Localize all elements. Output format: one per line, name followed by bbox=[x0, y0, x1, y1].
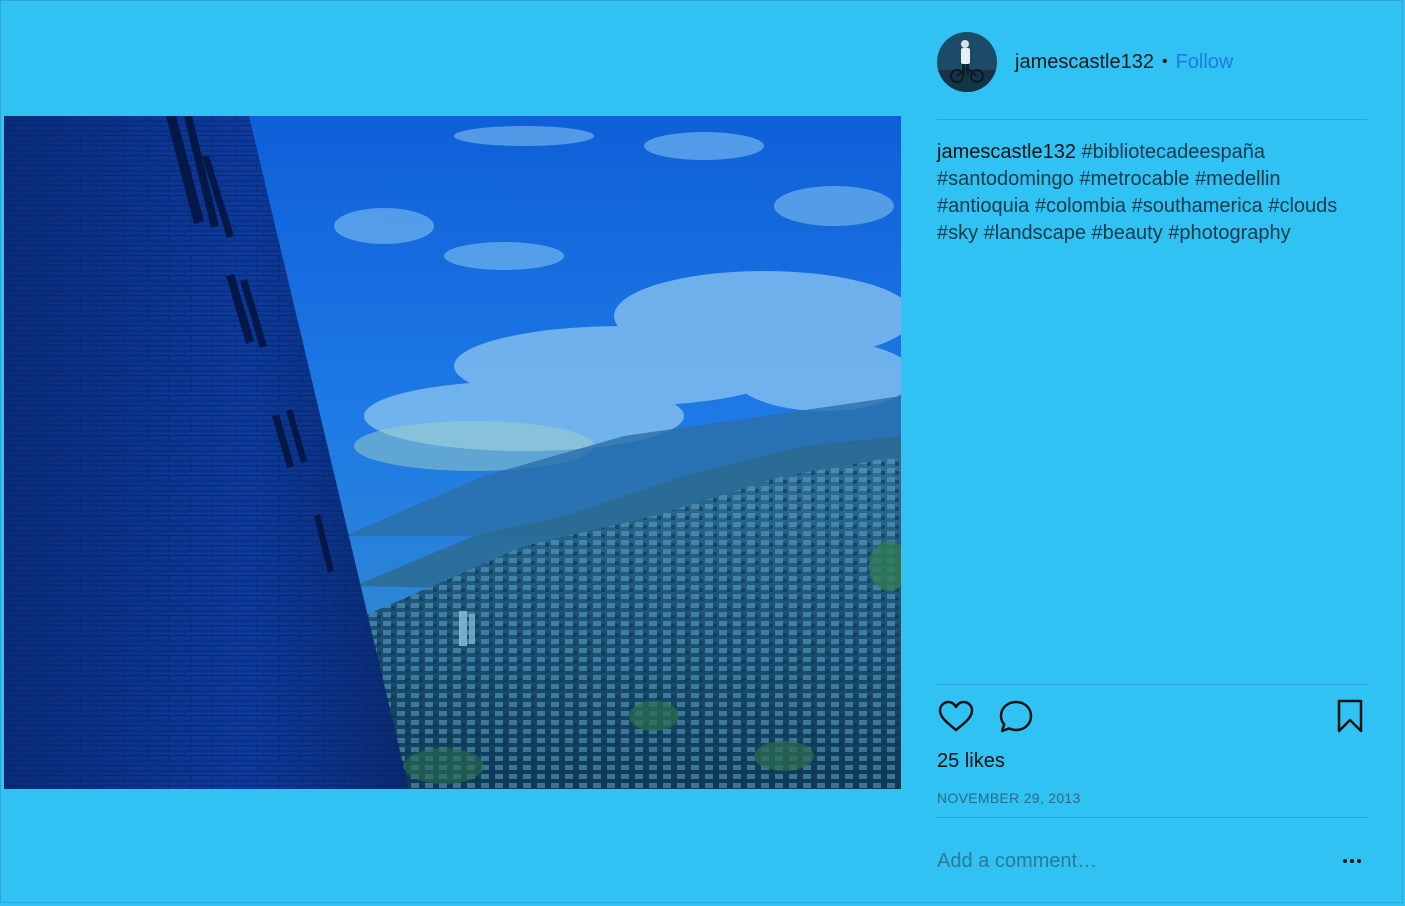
avatar[interactable] bbox=[937, 32, 997, 92]
post-date: NOVEMBER 29, 2013 bbox=[937, 790, 1081, 806]
header-separator: • bbox=[1161, 53, 1168, 70]
caption-hashtags[interactable]: #bibliotecadeespaña bbox=[1082, 141, 1266, 163]
caption-hashtags[interactable]: #sky #landscape #beauty #photography bbox=[937, 220, 1367, 247]
comment-bubble-icon[interactable] bbox=[997, 698, 1037, 738]
header-divider bbox=[937, 119, 1367, 120]
comment-input[interactable] bbox=[937, 844, 1327, 878]
post-sidebar: jamescastle132 • Follow jamescastle132 #… bbox=[937, 1, 1367, 906]
post-photo[interactable] bbox=[4, 116, 901, 789]
bookmark-icon[interactable] bbox=[1333, 698, 1373, 738]
post-modal: jamescastle132 • Follow jamescastle132 #… bbox=[0, 0, 1403, 903]
post-caption: jamescastle132 #bibliotecadeespaña #sant… bbox=[937, 139, 1367, 247]
actions-divider bbox=[937, 684, 1367, 685]
post-header: jamescastle132 • Follow bbox=[937, 31, 1367, 93]
caption-hashtags[interactable]: #santodomingo #metrocable #medellin bbox=[937, 166, 1367, 193]
more-options-icon[interactable] bbox=[1337, 851, 1367, 871]
heart-icon[interactable] bbox=[937, 698, 977, 738]
caption-line: jamescastle132 #bibliotecadeespaña bbox=[937, 139, 1367, 166]
photo-cityscape bbox=[4, 116, 901, 789]
caption-username[interactable]: jamescastle132 bbox=[937, 141, 1076, 163]
header-username[interactable]: jamescastle132 bbox=[1015, 51, 1154, 74]
comment-divider bbox=[937, 817, 1367, 818]
caption-hashtags[interactable]: #antioquia #colombia #southamerica #clou… bbox=[937, 193, 1367, 220]
likes-count[interactable]: 25 likes bbox=[937, 750, 1005, 773]
post-actions bbox=[937, 698, 1367, 738]
follow-button[interactable]: Follow bbox=[1176, 51, 1234, 74]
avatar-photo bbox=[937, 32, 997, 92]
